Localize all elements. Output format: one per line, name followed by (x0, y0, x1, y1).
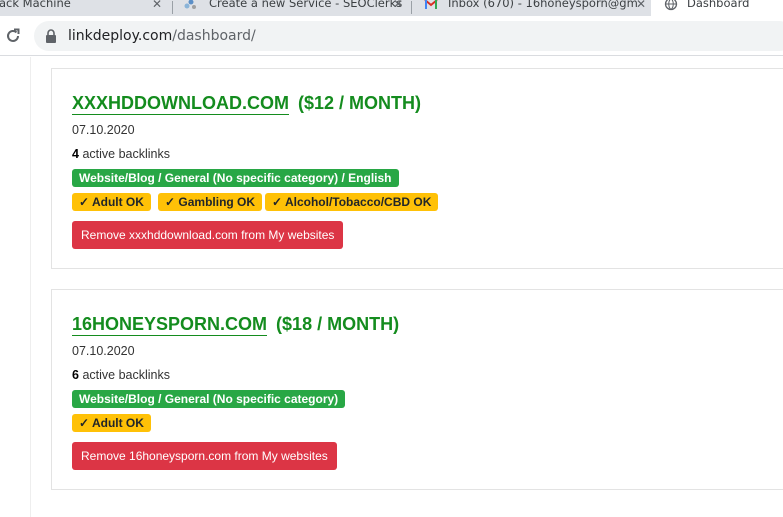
url-path: /dashboard/ (172, 28, 256, 44)
seoclerks-favicon-icon (184, 0, 196, 9)
tab-gmail-inbox[interactable]: Inbox (670) - 16honeysporn@gm ✕ (412, 0, 650, 16)
tab-title: ack Machine (0, 0, 71, 10)
website-card: XXXHDDOWNLOAD.COM ($12 / MONTH) 07.10.202… (51, 68, 783, 269)
url-host: linkdeploy.com (68, 28, 173, 44)
reload-icon[interactable] (4, 27, 22, 45)
tab-seoclerks[interactable]: Create a new Service - SEOClerks ✕ (173, 0, 411, 16)
category-badge: Website/Blog / General (No specific cate… (72, 390, 346, 408)
dashboard-page: XXXHDDOWNLOAD.COM ($12 / MONTH) 07.10.202… (0, 57, 783, 517)
remove-website-button[interactable]: Remove xxxhddownload.com from My website… (72, 221, 344, 249)
website-price: ($12 / MONTH) (298, 93, 422, 113)
active-backlinks: 6 active backlinks (72, 368, 170, 382)
category-badge: Website/Blog / General (No specific cate… (72, 169, 399, 187)
website-date: 07.10.2020 (72, 344, 135, 358)
tab-dashboard[interactable]: Dashboard (651, 0, 783, 16)
backlinks-count: 6 (72, 368, 79, 382)
address-bar[interactable]: linkdeploy.com/dashboard/ (34, 21, 783, 51)
website-title: XXXHDDOWNLOAD.COM ($12 / MONTH) (72, 93, 422, 115)
website-title: 16HONEYSPORN.COM ($18 / MONTH) (72, 314, 400, 336)
adult-ok-badge: ✓ Adult OK (72, 414, 151, 432)
tab-title: Dashboard (687, 0, 750, 10)
tab-title: Inbox (670) - 16honeysporn@gm (448, 0, 638, 10)
alcohol-tobacco-cbd-ok-badge: ✓ Alcohol/Tobacco/CBD OK (265, 193, 439, 211)
remove-website-button[interactable]: Remove 16honeysporn.com from My websites (72, 442, 337, 470)
close-icon[interactable]: ✕ (393, 0, 403, 11)
left-rail (0, 57, 31, 517)
close-icon[interactable]: ✕ (636, 0, 646, 11)
website-domain-link[interactable]: 16HONEYSPORN.COM (72, 314, 268, 336)
browser-tab-strip: ack Machine ✕ Create a new Service - SEO… (0, 0, 783, 16)
gmail-favicon-icon (424, 0, 438, 9)
backlinks-label: active backlinks (82, 147, 170, 161)
close-icon[interactable]: ✕ (152, 0, 162, 11)
backlinks-count: 4 (72, 147, 79, 161)
url-text[interactable]: linkdeploy.com/dashboard/ (68, 28, 256, 44)
gambling-ok-badge: ✓ Gambling OK (158, 193, 263, 211)
website-card: 16HONEYSPORN.COM ($18 / MONTH) 07.10.2020… (51, 289, 783, 490)
backlinks-label: active backlinks (82, 368, 170, 382)
tab-wayback-machine[interactable]: ack Machine ✕ (0, 0, 172, 16)
active-backlinks: 4 active backlinks (72, 147, 170, 161)
website-price: ($18 / MONTH) (276, 314, 400, 334)
browser-toolbar: linkdeploy.com/dashboard/ (0, 16, 783, 56)
globe-icon (664, 0, 678, 11)
adult-ok-badge: ✓ Adult OK (72, 193, 151, 211)
lock-icon[interactable] (45, 29, 57, 43)
tab-title: Create a new Service - SEOClerks (209, 0, 403, 10)
website-domain-link[interactable]: XXXHDDOWNLOAD.COM (72, 93, 289, 115)
website-date: 07.10.2020 (72, 123, 135, 137)
